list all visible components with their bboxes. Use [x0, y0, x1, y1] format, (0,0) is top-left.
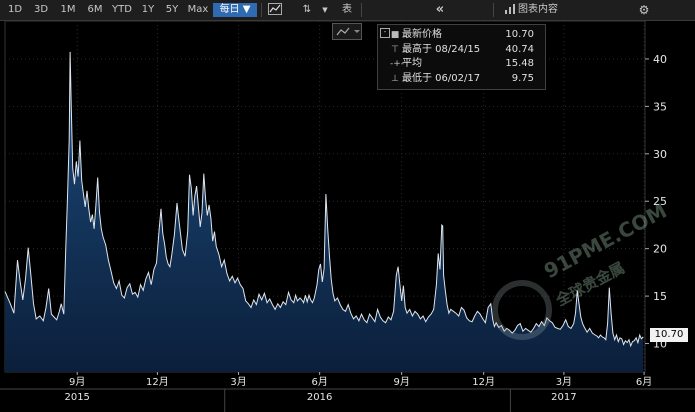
area-chart-icon: [336, 27, 360, 36]
chart-content-button[interactable]: 图表内容: [518, 3, 570, 17]
legend-symbol-icon: -+-: [390, 59, 405, 69]
last-price-tag: 10.70: [650, 328, 688, 342]
y-tick-label: 20: [653, 243, 667, 256]
y-tick-label: 35: [653, 100, 667, 113]
legend-box: ■ 最新价格 10.70 ⊤ 最高于 08/24/15 40.74 -+- 平均 15.48 ⊥ 最…: [377, 24, 546, 90]
year-label: 2015: [64, 392, 89, 403]
legend-symbol-icon: ⊤: [391, 44, 399, 55]
legend-label: 最高于 08/24/15: [402, 43, 481, 55]
legend-symbol-icon: ⊥: [391, 73, 399, 84]
legend-value: 40.74: [505, 43, 534, 55]
x-tick-label: 12月: [146, 376, 169, 388]
x-tick-label: 12月: [472, 376, 495, 388]
range-button-ytd[interactable]: YTD: [110, 3, 134, 17]
dropdown-arrow-icon[interactable]: ▼: [320, 3, 330, 17]
chart-type-button[interactable]: [332, 23, 362, 40]
toolbar-divider: [261, 3, 262, 17]
series-area: [5, 51, 644, 373]
legend-collapse-icon[interactable]: -: [380, 28, 390, 38]
price-chart: 101520253035409月 12月 3月 6月 9月 12月 3月 6月2015 2016…: [0, 20, 695, 412]
y-tick-label: 25: [653, 195, 667, 208]
x-tick-label: 3月: [230, 376, 246, 388]
collapse-button[interactable]: «: [432, 3, 448, 17]
range-button-3d[interactable]: 3D: [30, 3, 52, 17]
year-label: 2016: [307, 392, 332, 403]
legend-value: 15.48: [505, 58, 534, 69]
chart-window: 10 15 20 25 30 35 40 9月 12月 3月 6月 9月 12月 3月 6月 2015 2016…: [0, 0, 695, 412]
y-tick-label: 15: [653, 290, 667, 303]
year-label: 2017: [551, 392, 576, 403]
x-tick-label: 6月: [311, 376, 327, 388]
legend-label: 最新价格: [402, 29, 442, 40]
y-tick-label: 30: [653, 148, 667, 161]
compare-arrows-icon[interactable]: ⇅: [297, 3, 317, 17]
x-tick-label: 3月: [556, 376, 572, 388]
range-button-1d[interactable]: 1D: [4, 3, 26, 17]
toolbar-divider: [361, 3, 362, 17]
legend-label: 平均: [402, 58, 422, 69]
toolbar: 1D 3D 1M 6M YTD 1Y 5Y Max 每日 ▼ ⇅ ▼ 表 « 图表内容 ⚙: [0, 0, 695, 21]
chart-content-icon[interactable]: [503, 3, 517, 17]
range-button-6m[interactable]: 6M: [84, 3, 106, 17]
frequency-dropdown[interactable]: 每日 ▼: [213, 3, 257, 17]
line-chart-icon[interactable]: [266, 3, 284, 17]
range-button-1m[interactable]: 1M: [56, 3, 80, 17]
x-tick-label: 6月: [636, 376, 652, 388]
legend-value: 9.75: [511, 72, 534, 84]
settings-icon[interactable]: ⚙: [636, 3, 652, 17]
legend-symbol-icon: ■: [390, 30, 400, 40]
x-tick-label: 9月: [393, 376, 409, 388]
range-button-max[interactable]: Max: [186, 3, 210, 17]
range-button-5y[interactable]: 5Y: [162, 3, 182, 17]
legend-value: 10.70: [505, 29, 534, 40]
range-button-1y[interactable]: 1Y: [138, 3, 158, 17]
toolbar-divider: [493, 3, 494, 17]
table-view-button[interactable]: 表: [338, 3, 356, 17]
x-tick-label: 9月: [69, 376, 85, 388]
legend-label: 最低于 06/02/17: [402, 72, 481, 84]
y-tick-label: 40: [653, 53, 667, 66]
